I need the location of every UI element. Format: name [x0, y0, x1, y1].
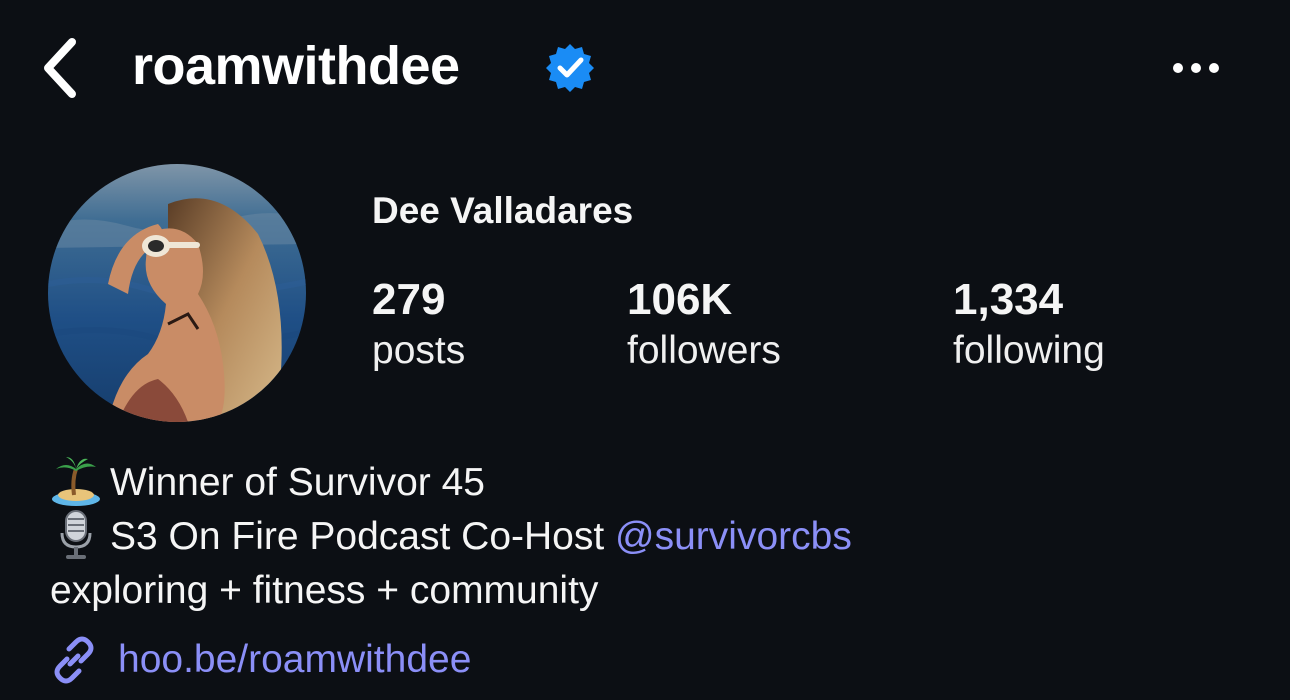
bio-podcast-text: S3 On Fire Podcast Co-Host [110, 515, 616, 558]
back-button[interactable] [34, 34, 86, 102]
profile-display-name: Dee Valladares [372, 190, 634, 231]
external-link-text: hoo.be/roamwithdee [118, 638, 472, 681]
avatar-image [48, 164, 306, 422]
bio-winner-text: Winner of Survivor 45 [110, 461, 485, 504]
stat-followers[interactable]: 106K followers [627, 274, 781, 376]
studio-microphone-icon [60, 509, 92, 559]
more-horizontal-icon [1173, 63, 1219, 73]
bio-line-winner: Winner of Survivor 45 [48, 456, 485, 511]
bio-line-podcast: S3 On Fire Podcast Co-Host @survivorcbs [48, 509, 852, 565]
bio-line-interests: exploring + fitness + community [50, 569, 599, 612]
stat-followers-value: 106K [627, 275, 733, 324]
stat-posts-label: posts [372, 329, 466, 372]
profile-username: roamwithdee [132, 36, 460, 96]
desert-island-icon [52, 456, 100, 506]
stat-posts-value: 279 [372, 275, 446, 324]
stat-posts[interactable]: 279 posts [372, 274, 465, 376]
profile-header: roamwithdee [0, 0, 1290, 135]
more-options-button[interactable] [1166, 50, 1226, 86]
stat-followers-label: followers [627, 329, 781, 372]
chevron-left-icon [44, 38, 76, 98]
external-link[interactable]: hoo.be/roamwithdee [48, 630, 471, 690]
stat-following[interactable]: 1,334 following [953, 274, 1105, 376]
link-icon [54, 636, 94, 684]
verified-badge-icon [546, 44, 594, 92]
profile-avatar[interactable] [48, 164, 306, 422]
stat-following-value: 1,334 [953, 275, 1064, 324]
mention-link[interactable]: @survivorcbs [615, 515, 852, 558]
stat-following-label: following [953, 329, 1105, 372]
